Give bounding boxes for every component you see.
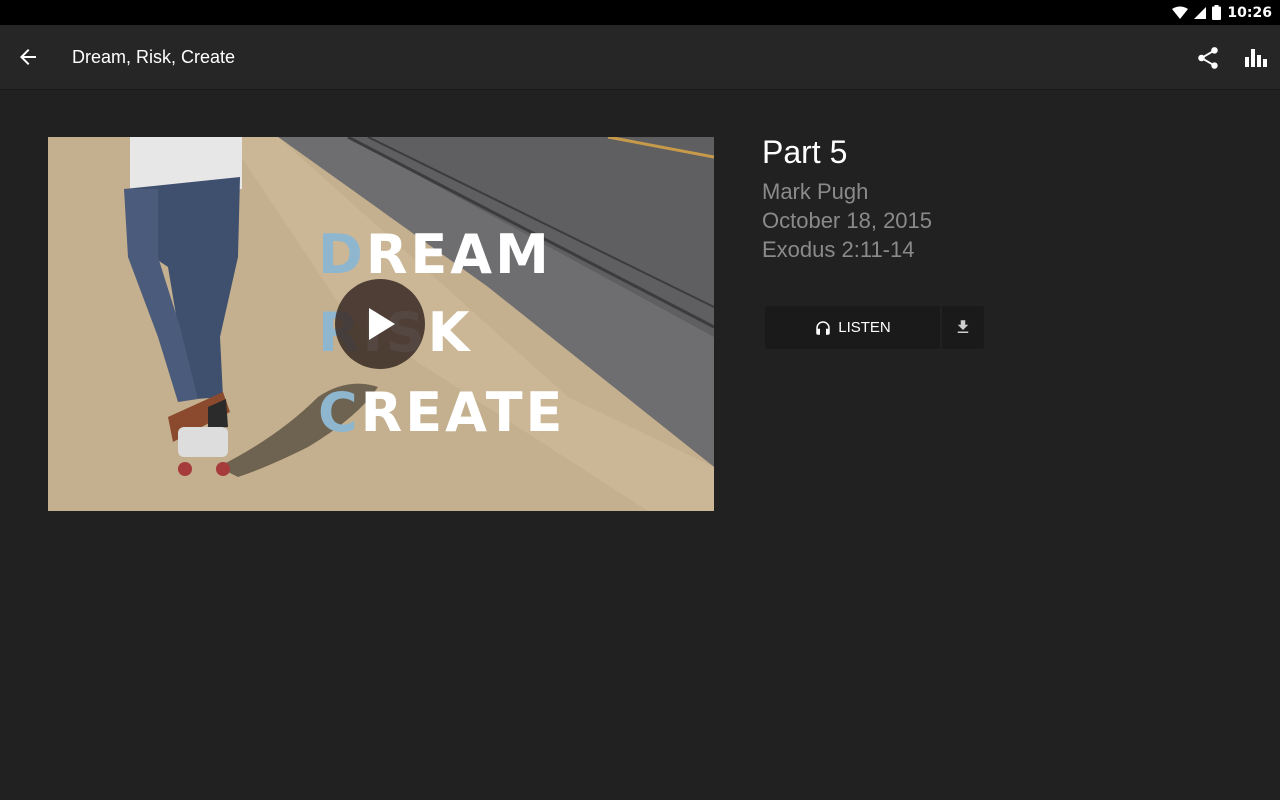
sermon-video-thumbnail[interactable]: DREAM RISK CREATE [48, 137, 714, 511]
title-initial: C [318, 381, 361, 444]
headphones-icon [816, 320, 830, 335]
page-title: Dream, Risk, Create [72, 47, 236, 67]
download-icon [957, 320, 969, 333]
sermon-speaker: Mark Pugh [762, 179, 869, 204]
sermon-date: October 18, 2015 [762, 208, 933, 233]
share-icon [1198, 47, 1218, 69]
listen-button[interactable]: LISTEN [765, 306, 940, 349]
cell-signal-icon [1194, 6, 1207, 19]
listen-label: LISTEN [838, 319, 891, 336]
bar-chart-icon [1245, 49, 1267, 67]
battery-icon [1212, 5, 1222, 20]
share-button[interactable] [1195, 45, 1221, 71]
back-button[interactable] [16, 45, 40, 69]
play-icon [369, 308, 395, 340]
title-initial: D [318, 223, 366, 286]
arrow-back-icon [20, 49, 36, 65]
status-time: 10:26 [1227, 4, 1272, 21]
sermon-scripture: Exodus 2:11-14 [762, 237, 915, 262]
sermon-title: Part 5 [762, 134, 848, 170]
download-button[interactable] [942, 306, 984, 349]
play-button[interactable] [335, 279, 425, 369]
wifi-icon [1172, 6, 1189, 19]
stats-button[interactable] [1243, 45, 1269, 71]
app-bar: Dream, Risk, Create [0, 25, 1280, 90]
title-rest: REAM [365, 223, 552, 286]
title-rest: REATE [360, 381, 566, 444]
status-bar: 10:26 [0, 0, 1280, 25]
title-line-create: CREATE [318, 381, 562, 444]
title-line-dream: DREAM [318, 223, 549, 286]
